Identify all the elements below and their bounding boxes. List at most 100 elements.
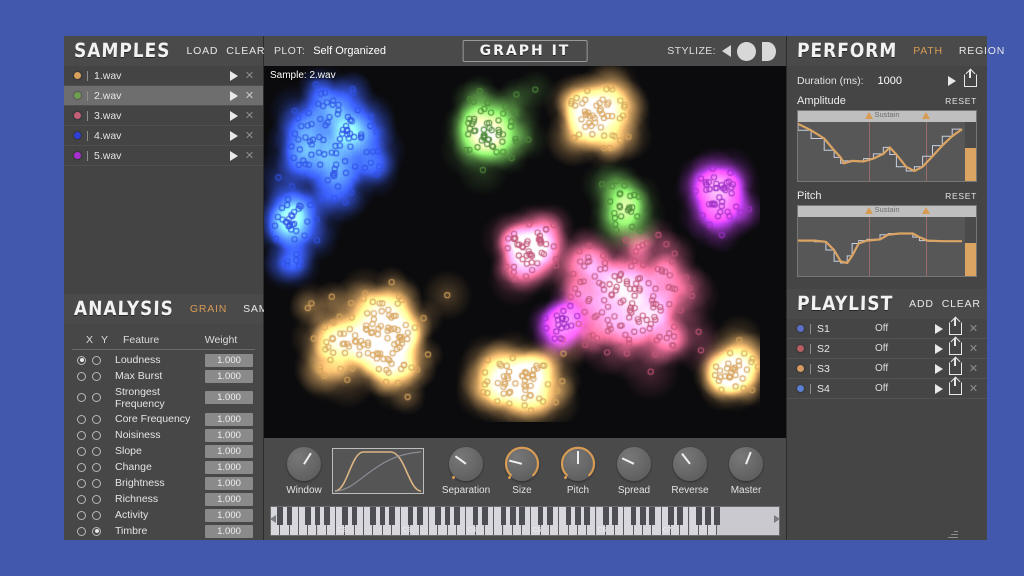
play-icon[interactable] [935,383,943,394]
play-icon[interactable] [935,343,943,354]
export-icon[interactable] [949,378,962,395]
close-icon[interactable]: ✕ [244,149,255,162]
chevron-right-icon[interactable] [774,515,780,523]
sustain-end-marker[interactable] [922,112,931,119]
knob-dial[interactable] [617,446,651,481]
piano-black-key[interactable] [649,507,656,525]
samples-clear-button[interactable]: CLEAR [226,45,265,57]
feature-x-radio[interactable] [77,526,86,536]
export-icon[interactable] [949,318,962,335]
piano-black-key[interactable] [509,507,516,525]
feature-weight-input[interactable]: 1.000 [205,412,253,426]
piano-black-key[interactable] [370,507,377,525]
feature-x-radio[interactable] [77,371,86,381]
feature-x-radio[interactable] [77,393,86,402]
piano-black-key[interactable] [342,507,349,525]
playlist-row[interactable]: S2 Off ✕ [787,338,987,359]
envelope-editor[interactable]: Sustain [797,110,977,182]
feature-y-radio[interactable] [92,371,101,381]
feature-weight-input[interactable]: 1.000 [205,476,253,490]
knob-dial[interactable] [729,446,763,481]
feature-row[interactable]: Brightness 1.000 [64,475,263,491]
export-icon[interactable] [949,358,962,375]
knob-dial[interactable] [673,446,707,481]
feature-weight-input[interactable]: 1.000 [205,353,253,367]
piano-black-key[interactable] [444,507,451,525]
piano-black-key[interactable] [547,507,553,525]
playlist-row[interactable]: S4 Off ✕ [787,378,987,399]
feature-row[interactable]: Slope 1.000 [64,443,263,459]
piano-black-key[interactable] [612,507,618,525]
perform-region-tab[interactable]: REGION [959,45,1005,57]
piano-keyboard[interactable]: C2 C3 C4 C5 C6 C7 [270,506,780,536]
piano-black-key[interactable] [286,507,293,525]
envelope-editor[interactable]: Sustain [797,205,977,277]
sustain-start-marker[interactable] [865,207,874,214]
play-icon[interactable] [230,90,238,101]
piano-black-key[interactable] [454,507,460,525]
sustain-start-marker[interactable] [865,112,874,119]
feature-x-radio[interactable] [77,355,86,365]
knob-dial[interactable] [560,446,596,481]
feature-weight-input[interactable]: 1.000 [205,524,253,538]
close-icon[interactable]: ✕ [244,109,255,122]
feature-y-radio[interactable] [92,414,101,424]
export-icon[interactable] [964,70,977,87]
feature-x-radio[interactable] [77,446,86,456]
close-icon[interactable]: ✕ [968,342,979,355]
playlist-row[interactable]: S1 Off ✕ [787,318,987,339]
duration-input[interactable]: 1000 [872,75,940,87]
knob-dial[interactable] [449,446,483,481]
piano-black-key[interactable] [519,507,525,525]
piano-black-key[interactable] [584,507,590,525]
window-knob[interactable] [287,446,321,481]
analysis-grain-tab[interactable]: GRAIN [190,303,227,315]
export-icon[interactable] [949,338,962,355]
playlist-item-state[interactable]: Off [875,343,929,354]
feature-weight-input[interactable]: 1.000 [205,428,253,442]
feature-weight-input[interactable]: 1.000 [205,460,253,474]
feature-y-radio[interactable] [92,494,101,504]
play-icon[interactable] [948,75,956,86]
playlist-clear-button[interactable]: CLEAR [942,298,981,310]
close-icon[interactable]: ✕ [968,362,979,375]
close-icon[interactable]: ✕ [244,129,255,142]
feature-row[interactable]: Max Burst 1.000 [64,368,263,384]
feature-weight-input[interactable]: 1.000 [205,444,253,458]
feature-row[interactable]: Activity 1.000 [64,507,263,523]
playlist-item-state[interactable]: Off [875,323,929,334]
close-icon[interactable]: ✕ [968,322,979,335]
play-icon[interactable] [935,363,943,374]
sustain-bar[interactable]: Sustain [798,206,976,217]
play-icon[interactable] [230,110,238,121]
feature-weight-input[interactable]: 1.000 [205,369,253,383]
sustain-end-marker[interactable] [922,207,931,214]
playlist-item-state[interactable]: Off [875,383,929,394]
piano-black-key[interactable] [537,507,544,525]
knob-dial[interactable] [504,446,540,481]
feature-y-radio[interactable] [92,430,101,440]
perform-path-tab[interactable]: PATH [913,45,943,57]
scatter-plot[interactable]: Sample: 2.wav [264,66,786,438]
close-icon[interactable]: ✕ [244,69,255,82]
feature-row[interactable]: Strongest Frequency 1.000 [64,384,263,411]
piano-black-key[interactable] [705,507,711,525]
piano-black-key[interactable] [379,507,386,525]
piano-black-key[interactable] [407,507,414,525]
feature-y-radio[interactable] [92,393,101,402]
feature-y-radio[interactable] [92,526,101,536]
feature-y-radio[interactable] [92,462,101,472]
feature-y-radio[interactable] [92,355,101,365]
piano-black-key[interactable] [565,507,572,525]
piano-black-key[interactable] [416,507,423,525]
feature-y-radio[interactable] [92,446,101,456]
piano-black-key[interactable] [695,507,702,525]
sample-row[interactable]: 1.wav ✕ [64,66,263,86]
piano-black-key[interactable] [574,507,581,525]
piano-black-key[interactable] [640,507,646,525]
piano-black-key[interactable] [323,507,330,525]
sample-row[interactable]: 3.wav ✕ [64,106,263,126]
sample-row[interactable]: 2.wav ✕ [64,86,263,106]
piano-black-key[interactable] [305,507,311,525]
piano-black-key[interactable] [351,507,358,525]
